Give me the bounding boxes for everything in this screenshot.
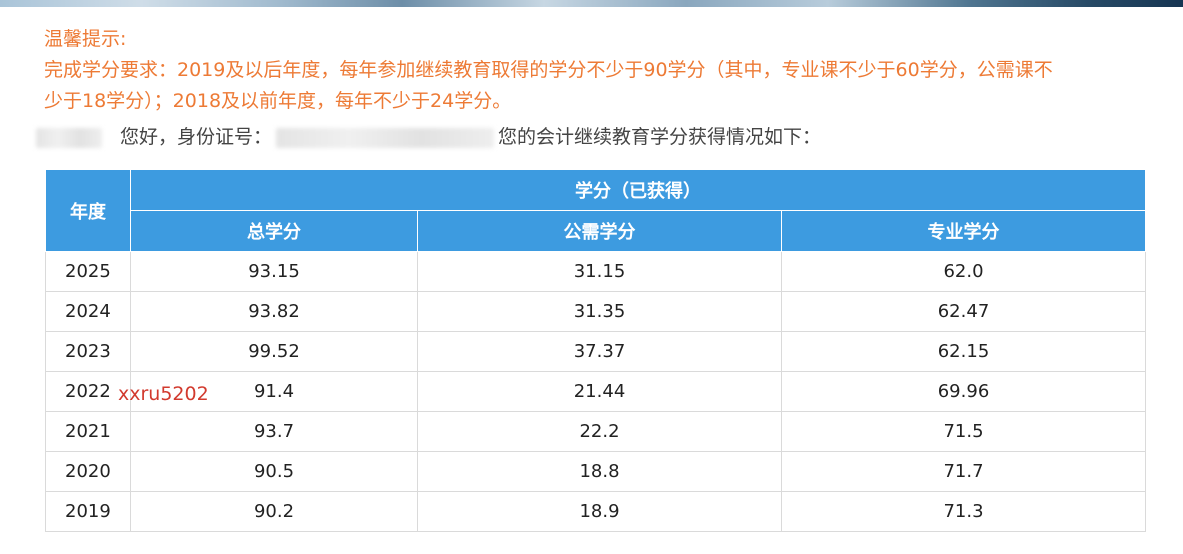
notice-box: 温馨提示: 完成学分要求：2019及以后年度，每年参加继续教育取得的学分不少于9… <box>44 24 1154 117</box>
public-cell: 31.15 <box>417 251 782 292</box>
major-cell: 62.15 <box>780 331 1147 372</box>
major-credits-header: 专业学分 <box>780 210 1147 252</box>
table-row: 2020 90.5 18.8 71.7 <box>45 451 1147 492</box>
year-cell: 2023 <box>45 331 131 372</box>
total-cell: 93.15 <box>130 251 418 292</box>
public-cell: 31.35 <box>417 291 782 332</box>
major-cell: 71.7 <box>780 451 1147 492</box>
major-cell: 62.47 <box>780 291 1147 332</box>
public-cell: 21.44 <box>417 371 782 412</box>
public-cell: 22.2 <box>417 411 782 452</box>
table-row: 2022 91.4 21.44 69.96 <box>45 371 1147 412</box>
notice-line-2: 少于18学分）；2018及以前年度，每年不少于24学分。 <box>44 90 512 112</box>
top-banner-image <box>0 0 1183 7</box>
blurred-name <box>36 127 102 148</box>
blurred-id-number <box>276 127 495 148</box>
year-cell: 2019 <box>45 491 131 532</box>
notice-title: 温馨提示: <box>44 28 127 50</box>
total-cell: 93.82 <box>130 291 418 332</box>
public-credits-header: 公需学分 <box>417 210 782 252</box>
year-cell: 2024 <box>45 291 131 332</box>
table-row: 2021 93.7 22.2 71.5 <box>45 411 1147 452</box>
table-row: 2023 99.52 37.37 62.15 <box>45 331 1147 372</box>
major-cell: 62.0 <box>780 251 1147 292</box>
watermark-text: xxru5202 <box>118 383 209 405</box>
greeting-hello: 您好，身份证号： <box>120 126 273 148</box>
public-cell: 37.37 <box>417 331 782 372</box>
major-cell: 71.3 <box>780 491 1147 532</box>
total-cell: 90.2 <box>130 491 418 532</box>
total-cell: 99.52 <box>130 331 418 372</box>
greeting-line: 您好，身份证号： 您的会计继续教育学分获得情况如下： <box>36 122 1156 152</box>
year-cell: 2020 <box>45 451 131 492</box>
major-cell: 71.5 <box>780 411 1147 452</box>
credits-table: 年度 学分（已获得） 总学分 公需学分 专业学分 2025 93.15 31.1… <box>45 169 1147 532</box>
greeting-suffix: 您的会计继续教育学分获得情况如下： <box>498 126 822 148</box>
public-cell: 18.8 <box>417 451 782 492</box>
credits-group-header: 学分（已获得） <box>129 169 1147 211</box>
table-row: 2025 93.15 31.15 62.0 <box>45 251 1147 292</box>
table-row: 2024 93.82 31.35 62.47 <box>45 291 1147 332</box>
year-cell: 2021 <box>45 411 131 452</box>
total-credits-header: 总学分 <box>130 210 418 252</box>
total-cell: 93.7 <box>130 411 418 452</box>
notice-line-1: 完成学分要求：2019及以后年度，每年参加继续教育取得的学分不少于90学分（其中… <box>44 59 1053 81</box>
year-header: 年度 <box>45 169 131 252</box>
year-cell: 2025 <box>45 251 131 292</box>
public-cell: 18.9 <box>417 491 782 532</box>
table-row: 2019 90.2 18.9 71.3 <box>45 491 1147 532</box>
total-cell: 90.5 <box>130 451 418 492</box>
major-cell: 69.96 <box>780 371 1147 412</box>
